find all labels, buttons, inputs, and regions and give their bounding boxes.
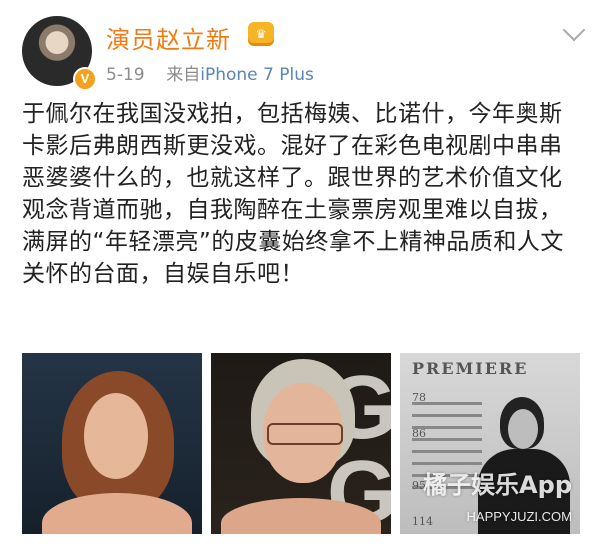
post-image-1[interactable] bbox=[22, 353, 202, 534]
author-name[interactable]: 演员赵立新 bbox=[106, 20, 231, 55]
post-date: 5-19 bbox=[106, 65, 145, 85]
chevron-down-icon[interactable] bbox=[562, 18, 586, 42]
post-image-2[interactable]: G G bbox=[211, 353, 391, 534]
source-device-link[interactable]: iPhone 7 Plus bbox=[200, 65, 314, 85]
source-prefix: 来自 bbox=[166, 65, 201, 85]
verified-badge-icon: V bbox=[73, 67, 97, 91]
magazine-page-number: 78 bbox=[412, 391, 426, 404]
post-meta: 5-19 来自iPhone 7 Plus bbox=[106, 60, 314, 85]
post-header: V 演员赵立新 ♛ 5-19 来自iPhone 7 Plus bbox=[22, 14, 588, 92]
post-text: 于佩尔在我国没戏拍，包括梅姨、比诺什，今年奥斯卡影后弗朗西斯更没戏。混好了在彩色… bbox=[22, 101, 564, 287]
watermark-url: HAPPYJUZI.COM bbox=[466, 509, 572, 524]
magazine-page-number: 86 bbox=[412, 427, 426, 440]
watermark-text: 橘子娱乐App bbox=[423, 471, 572, 499]
magazine-title: PREMIERE bbox=[412, 359, 529, 378]
photo-grid: G G PREMIERE 78 86 95 114 橘子娱乐App HAPPYJ… bbox=[22, 353, 580, 534]
vip-crown-icon: ♛ bbox=[248, 22, 274, 46]
post-image-3[interactable]: PREMIERE 78 86 95 114 橘子娱乐App HAPPYJUZI.… bbox=[400, 353, 580, 534]
magazine-page-number: 114 bbox=[412, 515, 433, 528]
